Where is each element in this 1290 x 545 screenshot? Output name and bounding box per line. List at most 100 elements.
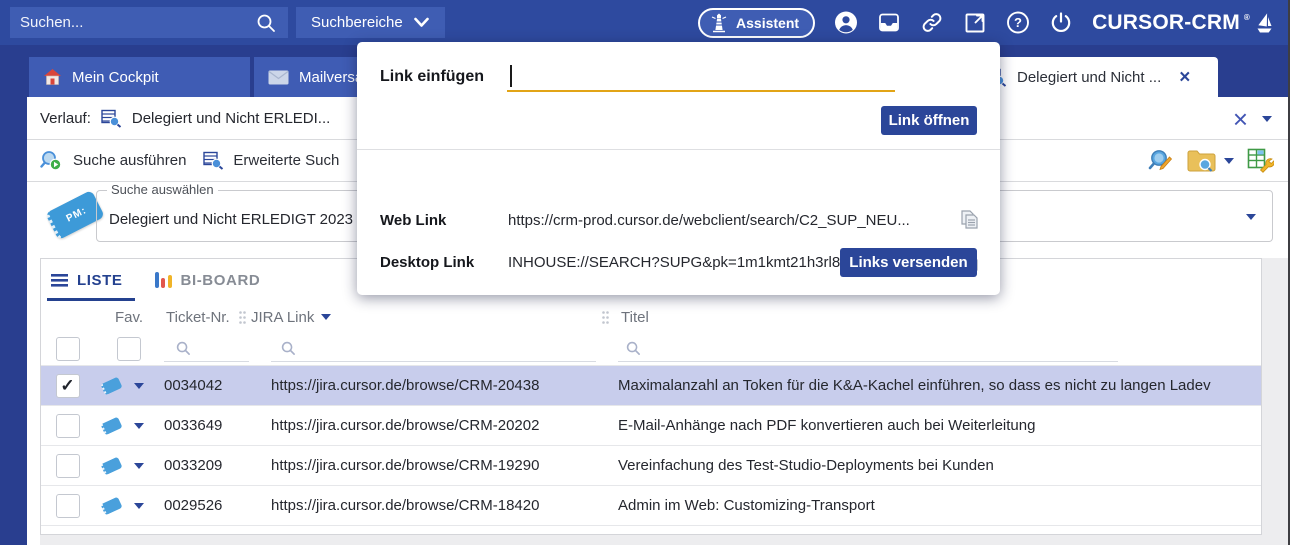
global-search-input[interactable]: Suchen... bbox=[10, 7, 288, 38]
row-actions-caret-icon[interactable] bbox=[134, 423, 144, 429]
run-search-button[interactable]: Suche ausführen bbox=[40, 150, 186, 172]
top-bar: Suchen... Suchbereiche Assistent bbox=[0, 0, 1290, 45]
magnifier-play-icon bbox=[40, 150, 64, 172]
user-profile-icon[interactable] bbox=[834, 11, 858, 35]
search-select-caret-icon[interactable] bbox=[1246, 214, 1256, 220]
copy-web-link-icon[interactable] bbox=[960, 209, 980, 231]
ticket-filter-input[interactable] bbox=[164, 336, 249, 362]
topbar-actions: Assistent ? CURSOR-CRM ® bbox=[698, 0, 1274, 45]
link-dialog: Link einfügen Link öffnen Web Link https… bbox=[357, 42, 1000, 295]
power-logout-icon[interactable] bbox=[1049, 11, 1073, 35]
column-header-title[interactable]: Titel bbox=[601, 309, 1261, 326]
clear-history-icon[interactable]: × bbox=[1233, 106, 1248, 132]
history-dropdown-caret-icon[interactable] bbox=[1262, 116, 1272, 122]
search-scopes-button[interactable]: Suchbereiche bbox=[296, 7, 445, 38]
title-cell[interactable]: Maximalanzahl an Token für die K&A-Kache… bbox=[601, 377, 1261, 394]
web-link-label: Web Link bbox=[380, 212, 508, 229]
tab-mein-cockpit[interactable]: Mein Cockpit bbox=[29, 57, 250, 97]
view-tab-label: LISTE bbox=[77, 272, 123, 289]
tab-label: Delegiert und Nicht ... bbox=[1017, 69, 1161, 86]
sort-caret-icon[interactable] bbox=[321, 314, 331, 320]
table-filter-row bbox=[41, 333, 1261, 366]
open-link-button[interactable]: Link öffnen bbox=[881, 106, 977, 135]
tab-delegiert-und-nicht[interactable]: Delegiert und Nicht ... × bbox=[972, 57, 1218, 97]
title-cell[interactable]: E-Mail-Anhänge nach PDF konvertieren auc… bbox=[601, 417, 1261, 434]
svg-text:?: ? bbox=[1014, 15, 1022, 30]
title-cell[interactable]: Admin im Web: Customizing-Transport bbox=[601, 497, 1261, 514]
row-checkbox[interactable] bbox=[56, 374, 80, 398]
column-header-ticket[interactable]: Ticket-Nr. bbox=[164, 309, 251, 326]
web-link-row: Web Link https://crm-prod.cursor.de/webc… bbox=[380, 209, 980, 231]
send-links-button[interactable]: Links versenden bbox=[840, 248, 977, 277]
home-icon bbox=[43, 68, 62, 86]
jira-link-cell[interactable]: https://jira.cursor.de/browse/CRM-19290 bbox=[251, 457, 601, 474]
right-gutter bbox=[1262, 258, 1290, 545]
title-filter-input[interactable] bbox=[618, 336, 1118, 362]
drag-handle-icon[interactable] bbox=[601, 310, 610, 325]
table-row[interactable]: 0029526 https://jira.cursor.de/browse/CR… bbox=[41, 486, 1261, 526]
folder-search-caret-icon[interactable] bbox=[1224, 158, 1234, 164]
table-settings-icon[interactable] bbox=[1247, 148, 1274, 174]
desktop-link-label: Desktop Link bbox=[380, 254, 508, 271]
tab-label: Mein Cockpit bbox=[72, 69, 159, 86]
external-link-icon[interactable] bbox=[963, 11, 987, 35]
column-header-jira-label: JIRA Link bbox=[251, 309, 314, 326]
tab-close-icon[interactable]: × bbox=[1179, 68, 1190, 87]
search-placeholder: Suchen... bbox=[20, 14, 246, 31]
row-checkbox[interactable] bbox=[56, 454, 80, 478]
fav-filter-checkbox[interactable] bbox=[117, 337, 141, 361]
link-icon[interactable] bbox=[920, 11, 944, 35]
envelope-icon bbox=[268, 70, 289, 85]
history-item[interactable]: Delegiert und Nicht ERLEDI... bbox=[132, 110, 330, 127]
column-header-ticket-label: Ticket-Nr. bbox=[166, 309, 230, 326]
table-body: 0034042 https://jira.cursor.de/browse/CR… bbox=[41, 366, 1261, 526]
column-header-jira[interactable]: JIRA Link bbox=[251, 309, 601, 326]
tab-bi-board[interactable]: BI-BOARD bbox=[151, 262, 273, 301]
link-input[interactable] bbox=[507, 60, 895, 92]
brand-text: CURSOR-CRM bbox=[1092, 11, 1240, 35]
bar-chart-icon bbox=[155, 272, 172, 288]
table-row[interactable]: 0034042 https://jira.cursor.de/browse/CR… bbox=[41, 366, 1261, 406]
table-search-icon bbox=[203, 151, 224, 170]
magnifier-edit-icon[interactable] bbox=[1147, 148, 1174, 174]
title-cell[interactable]: Vereinfachung des Test-Studio-Deployment… bbox=[601, 457, 1261, 474]
brand-logo: CURSOR-CRM ® bbox=[1092, 11, 1274, 35]
table-row[interactable]: 0033649 https://jira.cursor.de/browse/CR… bbox=[41, 406, 1261, 446]
ticket-number-cell[interactable]: 0033209 bbox=[164, 457, 251, 474]
crm-window: Suchen... Suchbereiche Assistent bbox=[0, 0, 1290, 545]
tab-liste[interactable]: LISTE bbox=[47, 262, 135, 301]
help-icon[interactable]: ? bbox=[1006, 11, 1030, 35]
advanced-search-button[interactable]: Erweiterte Such bbox=[203, 151, 339, 170]
drag-handle-icon[interactable] bbox=[238, 310, 247, 325]
row-checkbox[interactable] bbox=[56, 494, 80, 518]
assistant-label: Assistent bbox=[736, 15, 799, 31]
ticket-icon bbox=[100, 456, 122, 475]
row-actions-caret-icon[interactable] bbox=[134, 383, 144, 389]
jira-link-cell[interactable]: https://jira.cursor.de/browse/CRM-20438 bbox=[251, 377, 601, 394]
column-header-title-label: Titel bbox=[621, 309, 649, 326]
assistant-button[interactable]: Assistent bbox=[698, 8, 815, 38]
web-link-value[interactable]: https://crm-prod.cursor.de/webclient/sea… bbox=[508, 212, 948, 229]
search-icon[interactable] bbox=[254, 11, 278, 35]
folder-search-icon bbox=[1187, 149, 1217, 173]
jira-link-cell[interactable]: https://jira.cursor.de/browse/CRM-20202 bbox=[251, 417, 601, 434]
sailboat-icon bbox=[1254, 11, 1274, 35]
table-row[interactable]: 0033209 https://jira.cursor.de/browse/CR… bbox=[41, 446, 1261, 486]
row-actions-caret-icon[interactable] bbox=[134, 463, 144, 469]
row-checkbox[interactable] bbox=[56, 414, 80, 438]
collapsed-sidebar[interactable] bbox=[0, 97, 27, 545]
ticket-icon bbox=[100, 416, 122, 435]
bottom-gutter bbox=[40, 535, 1262, 545]
inbox-tray-icon[interactable] bbox=[877, 11, 901, 35]
jira-link-cell[interactable]: https://jira.cursor.de/browse/CRM-18420 bbox=[251, 497, 601, 514]
ticket-number-cell[interactable]: 0033649 bbox=[164, 417, 251, 434]
result-panel: LISTE BI-BOARD Fav. Ticket-Nr. JIRA Li bbox=[40, 258, 1262, 535]
open-saved-searches-button[interactable] bbox=[1187, 149, 1234, 173]
brand-reg: ® bbox=[1244, 13, 1250, 22]
select-all-checkbox[interactable] bbox=[56, 337, 80, 361]
ticket-number-cell[interactable]: 0029526 bbox=[164, 497, 251, 514]
row-actions-caret-icon[interactable] bbox=[134, 503, 144, 509]
ticket-number-cell[interactable]: 0034042 bbox=[164, 377, 251, 394]
jira-filter-input[interactable] bbox=[271, 336, 596, 362]
column-header-fav[interactable]: Fav. bbox=[94, 309, 164, 326]
